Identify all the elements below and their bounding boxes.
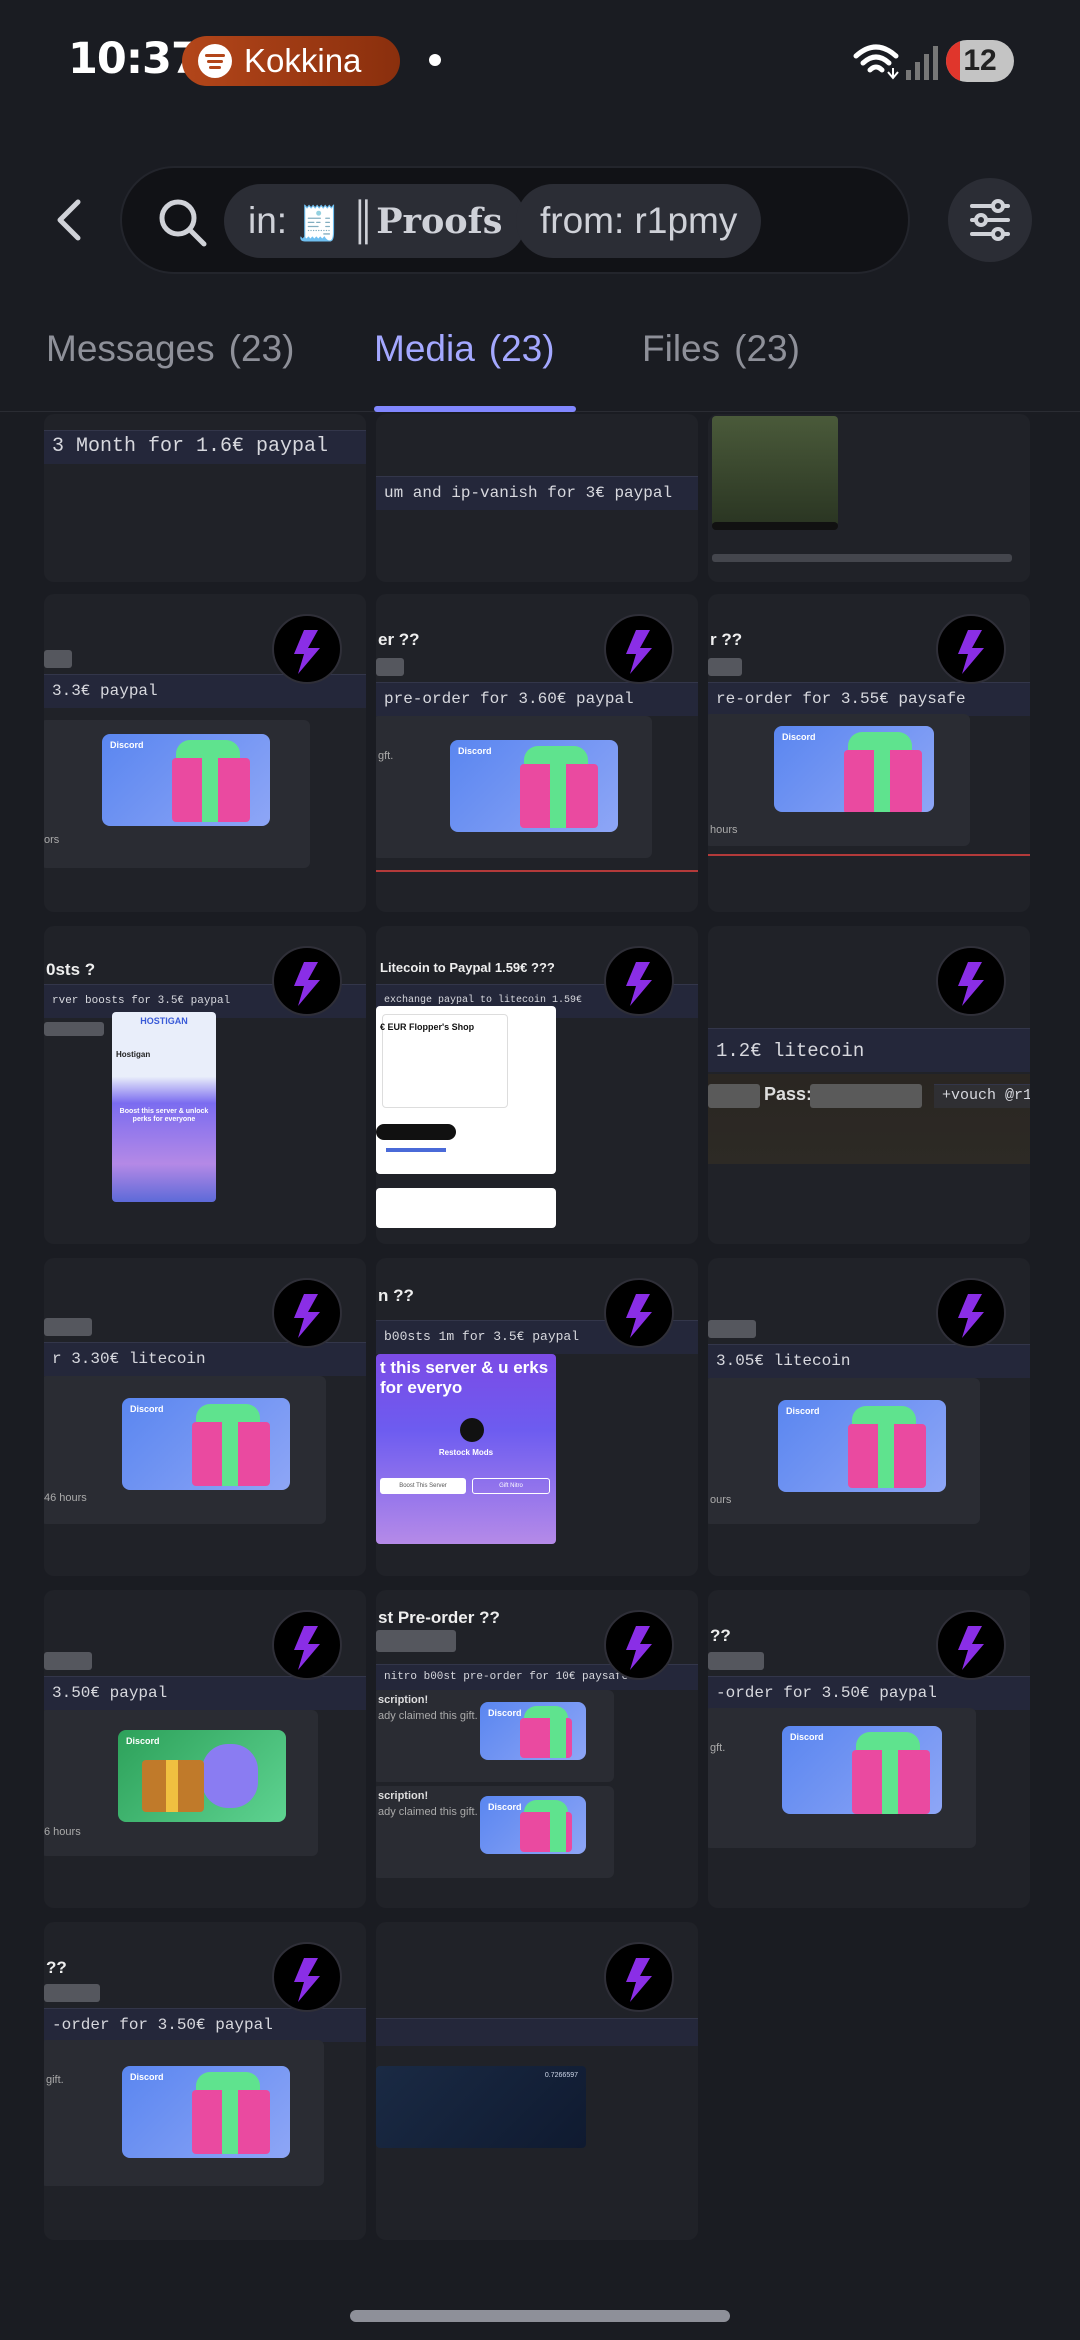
author-avatar[interactable] — [936, 1610, 1006, 1680]
channel-filter-chip[interactable]: in: 🧾 ║Proofs — [224, 184, 527, 258]
wifi-icon — [853, 44, 899, 80]
media-tile[interactable] — [708, 414, 1030, 582]
filter-settings-button[interactable] — [948, 178, 1032, 262]
media-tile[interactable]: r 3.30€ litecoin Discord 46 hours — [44, 1258, 366, 1576]
author-filter-chip[interactable]: from: r1pmy — [516, 184, 762, 258]
author-avatar[interactable] — [272, 1278, 342, 1348]
media-tile[interactable]: 0sts ? rver boosts for 3.5€ paypal HOSTI… — [44, 926, 366, 1244]
tab-files[interactable]: Files (23) — [642, 328, 800, 370]
search-icon — [159, 199, 207, 247]
search-bar[interactable]: in: 🧾 ║Proofs from: r1pmy — [120, 166, 910, 274]
media-tile[interactable]: um and ip-vanish for 3€ paypal — [376, 414, 698, 582]
sliders-icon — [970, 199, 1010, 241]
media-tile[interactable]: ?? -order for 3.50€ paypal gift. Discord — [44, 1922, 366, 2240]
media-tile[interactable]: 3.50€ paypal Discord 6 hours — [44, 1590, 366, 1908]
author-avatar[interactable] — [604, 946, 674, 1016]
media-tile[interactable]: 1.2€ litecoin Pass: +vouch @r1p — [708, 926, 1030, 1244]
author-avatar[interactable] — [272, 614, 342, 684]
status-bar: 10:37 Kokkina 12 — [0, 0, 1080, 120]
media-tile[interactable]: er ?? pre-order for 3.60€ paypal gft. Di… — [376, 594, 698, 912]
author-avatar[interactable] — [604, 1278, 674, 1348]
author-avatar[interactable] — [936, 1278, 1006, 1348]
now-playing-pill[interactable]: Kokkina — [182, 36, 400, 86]
privacy-dot-icon — [429, 54, 441, 66]
tab-media[interactable]: Media (23) — [374, 328, 555, 370]
media-tile[interactable]: 3 Month for 1.6€ paypal — [44, 414, 366, 582]
cellular-signal-icon — [906, 46, 938, 80]
invoice-screenshot: € EUR Flopper's Shop — [376, 1006, 556, 1174]
media-tile[interactable]: 0.7266597 — [376, 1922, 698, 2240]
spotify-icon — [198, 44, 232, 78]
author-avatar[interactable] — [272, 1942, 342, 2012]
active-tab-indicator — [374, 406, 576, 412]
tab-messages[interactable]: Messages (23) — [46, 328, 294, 370]
battery-indicator: 12 — [946, 40, 1014, 82]
now-playing-title: Kokkina — [244, 42, 362, 79]
back-arrow-icon[interactable] — [50, 196, 90, 244]
media-tile[interactable]: ?? -order for 3.50€ paypal gft. Discord — [708, 1590, 1030, 1908]
author-avatar[interactable] — [604, 614, 674, 684]
author-avatar[interactable] — [604, 1942, 674, 2012]
media-tile[interactable]: n ?? b00sts 1m for 3.5€ paypal t this se… — [376, 1258, 698, 1576]
video-thumbnail — [712, 416, 838, 526]
author-avatar[interactable] — [272, 1610, 342, 1680]
media-tile[interactable]: Litecoin to Paypal 1.59€ ??? exchange pa… — [376, 926, 698, 1244]
author-avatar[interactable] — [936, 614, 1006, 684]
clock: 10:37 — [68, 34, 201, 84]
receipt-icon: 🧾 — [297, 205, 340, 243]
media-tile[interactable]: 3.05€ litecoin Discord ours — [708, 1258, 1030, 1576]
media-tile[interactable]: 3.3€ paypal Discord ors — [44, 594, 366, 912]
home-indicator[interactable] — [350, 2310, 730, 2322]
media-tile[interactable]: st Pre-order ?? nitro b00st pre-order fo… — [376, 1590, 698, 1908]
server-boost-screenshot: t this server & u erks for everyo Restoc… — [376, 1354, 556, 1544]
media-tile[interactable]: r ?? re-order for 3.55€ paysafe Discord … — [708, 594, 1030, 912]
card-screenshot: 0.7266597 — [376, 2066, 586, 2148]
search-tabs: Messages (23) Media (23) Files (23) — [0, 320, 1080, 412]
author-avatar[interactable] — [272, 946, 342, 1016]
author-avatar[interactable] — [604, 1610, 674, 1680]
author-avatar[interactable] — [936, 946, 1006, 1016]
server-screenshot: HOSTIGAN Hostigan Boost this server & un… — [112, 1012, 216, 1202]
